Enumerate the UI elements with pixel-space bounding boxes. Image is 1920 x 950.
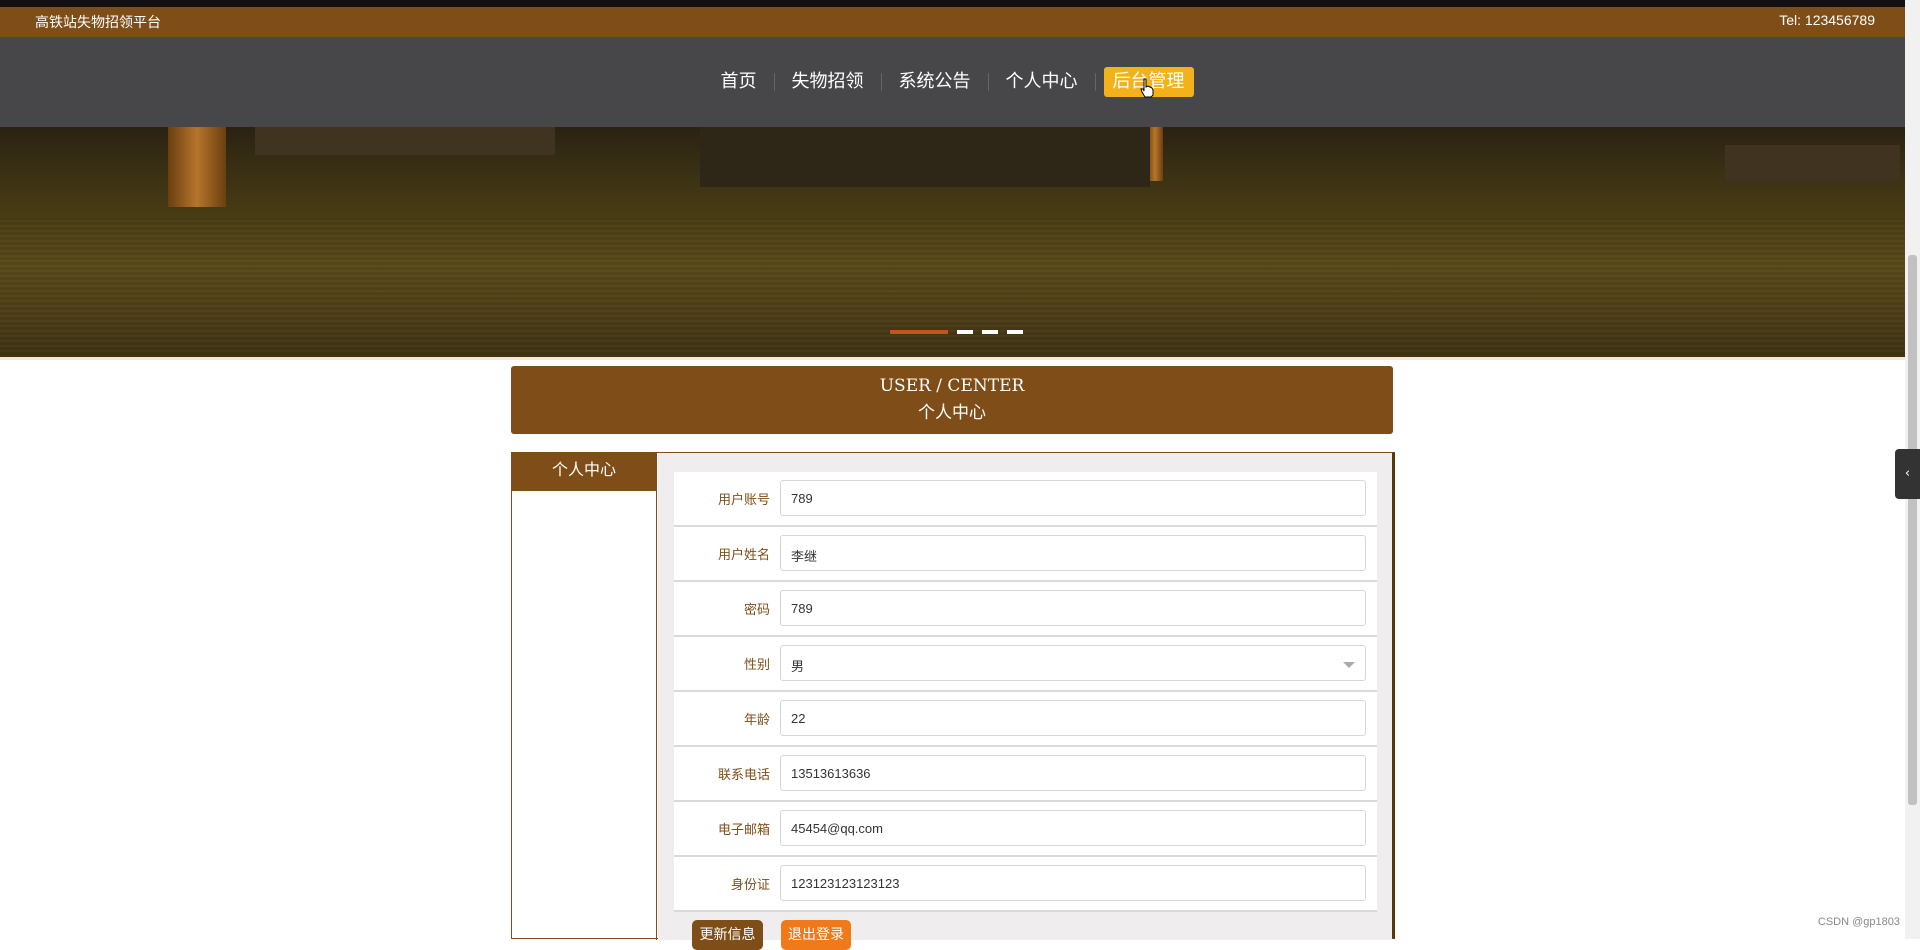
field-label: 年龄 xyxy=(743,713,770,728)
nav-separator xyxy=(1094,73,1096,91)
carousel-indicators xyxy=(890,330,1023,336)
window-top-strip xyxy=(0,0,1920,7)
scrollbar-thumb[interactable] xyxy=(1908,255,1917,805)
profile-form: 用户账号 789 用户姓名 李继 密码 789 性别 男 年龄 22 联系电话 … xyxy=(674,472,1377,912)
gender-select[interactable]: 男 xyxy=(780,645,1366,681)
user-center-panel: 个人中心 用户账号 789 用户姓名 李继 密码 789 性别 男 年龄 22 … xyxy=(511,452,1395,940)
field-label: 用户账号 xyxy=(717,493,770,508)
chevron-left-icon: ‹ xyxy=(1904,466,1911,481)
side-toggle-button[interactable]: ‹ xyxy=(1895,449,1920,499)
form-row-email: 电子邮箱 45454@qq.com xyxy=(674,802,1377,857)
field-label: 密码 xyxy=(743,603,770,618)
carousel-dot[interactable] xyxy=(982,330,998,334)
field-label: 电子邮箱 xyxy=(717,823,770,838)
tel-number: Tel: 123456789 xyxy=(1779,12,1875,28)
logout-button[interactable]: 退出登录 xyxy=(781,920,851,950)
carousel-dot[interactable] xyxy=(1007,330,1023,334)
update-info-button[interactable]: 更新信息 xyxy=(692,920,763,950)
site-name: 高铁站失物招领平台 xyxy=(35,15,161,31)
watermark: CSDN @gp1803 xyxy=(1817,916,1900,928)
profile-form-area: 用户账号 789 用户姓名 李继 密码 789 性别 男 年龄 22 联系电话 … xyxy=(658,453,1392,940)
account-input[interactable]: 789 xyxy=(780,480,1366,516)
nav-separator xyxy=(987,73,989,91)
nav-lost-found[interactable]: 失物招领 xyxy=(783,67,873,97)
nav-separator xyxy=(880,73,882,91)
id-card-input[interactable]: 123123123123123 xyxy=(780,865,1366,901)
form-row-gender: 性别 男 xyxy=(674,637,1377,692)
main-nav: 首页 失物招领 系统公告 个人中心 后台管理 xyxy=(0,37,1905,127)
name-input[interactable]: 李继 xyxy=(780,535,1366,571)
form-row-password: 密码 789 xyxy=(674,582,1377,637)
banner-boat xyxy=(255,127,555,155)
age-input[interactable]: 22 xyxy=(780,700,1366,736)
nav-announcements[interactable]: 系统公告 xyxy=(890,67,980,97)
field-label: 性别 xyxy=(743,658,770,673)
field-label: 联系电话 xyxy=(717,768,770,783)
page-title-zh: 个人中心 xyxy=(918,403,986,423)
banner-boat xyxy=(1725,145,1900,181)
email-input[interactable]: 45454@qq.com xyxy=(780,810,1366,846)
nav-home[interactable]: 首页 xyxy=(712,67,766,97)
field-label: 用户姓名 xyxy=(717,548,770,563)
page-title-en: USER / CENTER xyxy=(879,376,1025,396)
hand-cursor-icon xyxy=(1140,78,1154,98)
carousel-dot[interactable] xyxy=(957,330,973,334)
form-row-id-card: 身份证 123123123123123 xyxy=(674,857,1377,912)
banner-divider xyxy=(0,357,1905,360)
carousel-dot[interactable] xyxy=(890,330,948,334)
top-bar: 高铁站失物招领平台 Tel: 123456789 xyxy=(0,7,1905,37)
nav-separator xyxy=(773,73,775,91)
banner-bridge xyxy=(700,127,1150,187)
form-row-account: 用户账号 789 xyxy=(674,472,1377,527)
banner-pillar xyxy=(168,127,226,207)
chevron-down-icon xyxy=(1343,662,1355,668)
form-row-phone: 联系电话 13513613636 xyxy=(674,747,1377,802)
banner-carousel xyxy=(0,127,1905,357)
sidebar-item-user-center[interactable]: 个人中心 xyxy=(512,453,656,491)
banner-water xyxy=(0,217,1905,357)
phone-input[interactable]: 13513613636 xyxy=(780,755,1366,791)
gender-value: 男 xyxy=(791,659,805,674)
sidebar: 个人中心 xyxy=(512,453,657,940)
password-input[interactable]: 789 xyxy=(780,590,1366,626)
field-label: 身份证 xyxy=(730,878,770,893)
form-row-age: 年龄 22 xyxy=(674,692,1377,747)
nav-user-center[interactable]: 个人中心 xyxy=(997,67,1087,97)
form-row-name: 用户姓名 李继 xyxy=(674,527,1377,582)
page-header: USER / CENTER 个人中心 xyxy=(511,366,1393,434)
